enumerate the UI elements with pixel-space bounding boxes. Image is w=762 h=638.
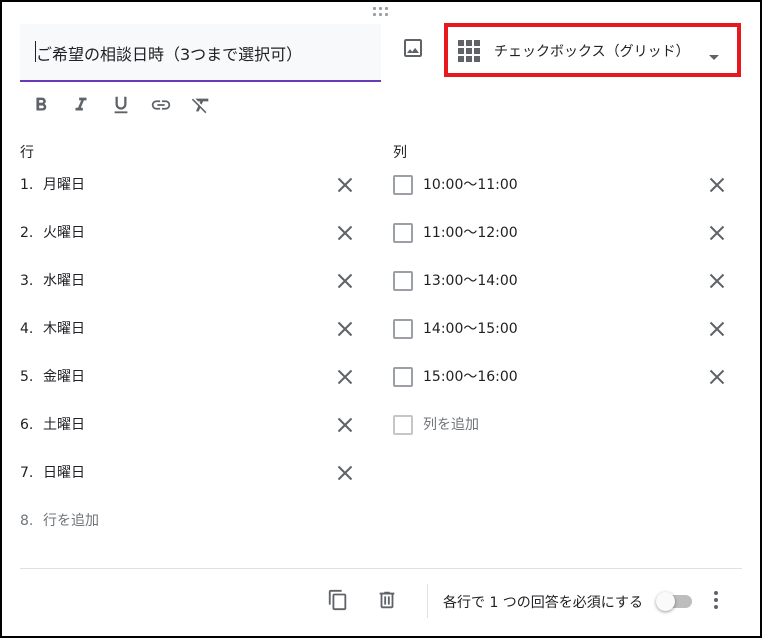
column-option[interactable]: 13:00〜14:00 xyxy=(393,271,733,295)
question-title-field[interactable]: ご希望の相談日時（3つまで選択可） xyxy=(20,24,381,82)
column-label[interactable]: 14:00〜15:00 xyxy=(423,319,518,339)
remove-row-icon[interactable] xyxy=(336,368,354,386)
footer-separator xyxy=(427,584,428,618)
row-label[interactable]: 日曜日 xyxy=(43,463,85,483)
remove-row-icon[interactable] xyxy=(336,416,354,434)
row-label[interactable]: 木曜日 xyxy=(43,319,85,339)
more-options-icon[interactable] xyxy=(708,589,724,611)
row-number: 5. xyxy=(20,369,34,385)
column-label[interactable]: 13:00〜14:00 xyxy=(423,271,518,291)
toggle-knob xyxy=(656,592,675,611)
row-option[interactable]: 6. 土曜日 xyxy=(20,415,360,439)
add-column-label[interactable]: 列を追加 xyxy=(423,415,479,435)
remove-row-icon[interactable] xyxy=(336,464,354,482)
bold-icon[interactable] xyxy=(30,94,52,116)
rows-heading: 行 xyxy=(20,145,34,161)
row-option[interactable]: 3. 水曜日 xyxy=(20,271,360,295)
remove-row-icon[interactable] xyxy=(336,272,354,290)
checkbox-icon xyxy=(393,271,413,291)
row-option[interactable]: 5. 金曜日 xyxy=(20,367,360,391)
row-label[interactable]: 金曜日 xyxy=(43,367,85,387)
column-option[interactable]: 10:00〜11:00 xyxy=(393,175,733,199)
columns-heading: 列 xyxy=(393,145,407,161)
remove-column-icon[interactable] xyxy=(708,368,726,386)
row-number: 8. xyxy=(20,513,34,529)
row-number: 6. xyxy=(20,417,34,433)
add-image-icon[interactable] xyxy=(401,36,425,60)
duplicate-icon[interactable] xyxy=(327,589,349,611)
checkbox-icon xyxy=(393,175,413,195)
question-title: ご希望の相談日時（3つまで選択可） xyxy=(36,45,303,64)
checkbox-icon xyxy=(393,223,413,243)
row-option[interactable]: 4. 木曜日 xyxy=(20,319,360,343)
require-toggle[interactable] xyxy=(656,592,694,611)
remove-column-icon[interactable] xyxy=(708,176,726,194)
row-option[interactable]: 7. 日曜日 xyxy=(20,463,360,487)
column-option[interactable]: 14:00〜15:00 xyxy=(393,319,733,343)
row-number: 4. xyxy=(20,321,34,337)
checkbox-icon xyxy=(393,319,413,339)
question-type-dropdown[interactable]: チェックボックス（グリッド） xyxy=(444,23,741,77)
row-number: 1. xyxy=(20,177,34,193)
row-label[interactable]: 土曜日 xyxy=(43,415,85,435)
remove-column-icon[interactable] xyxy=(708,224,726,242)
row-label[interactable]: 月曜日 xyxy=(43,175,85,195)
column-option[interactable]: 11:00〜12:00 xyxy=(393,223,733,247)
remove-row-icon[interactable] xyxy=(336,224,354,242)
chevron-down-icon xyxy=(709,46,719,60)
row-label[interactable]: 火曜日 xyxy=(43,223,85,243)
row-number: 3. xyxy=(20,273,34,289)
footer-divider xyxy=(20,568,742,569)
column-label[interactable]: 10:00〜11:00 xyxy=(423,175,518,195)
row-option[interactable]: 1. 月曜日 xyxy=(20,175,360,199)
row-option[interactable]: 2. 火曜日 xyxy=(20,223,360,247)
question-type-label: チェックボックス（グリッド） xyxy=(494,44,690,60)
link-icon[interactable] xyxy=(150,94,172,116)
trash-icon[interactable] xyxy=(376,589,398,611)
add-row-label[interactable]: 行を追加 xyxy=(43,511,99,531)
add-column-button[interactable]: 列を追加 xyxy=(393,415,733,439)
underline-icon[interactable] xyxy=(110,94,132,116)
row-number: 2. xyxy=(20,225,34,241)
remove-column-icon[interactable] xyxy=(708,272,726,290)
row-label[interactable]: 水曜日 xyxy=(43,271,85,291)
remove-row-icon[interactable] xyxy=(336,176,354,194)
column-label[interactable]: 11:00〜12:00 xyxy=(423,223,518,243)
drag-handle-icon[interactable] xyxy=(373,7,389,17)
remove-column-icon[interactable] xyxy=(708,320,726,338)
require-response-label: 各行で 1 つの回答を必須にする xyxy=(443,595,643,611)
add-row-button[interactable]: 8. 行を追加 xyxy=(20,511,360,535)
column-option[interactable]: 15:00〜16:00 xyxy=(393,367,733,391)
italic-icon[interactable] xyxy=(70,94,92,116)
column-label[interactable]: 15:00〜16:00 xyxy=(423,367,518,387)
remove-row-icon[interactable] xyxy=(336,320,354,338)
checkbox-icon xyxy=(393,415,413,435)
checkbox-icon xyxy=(393,367,413,387)
clear-format-icon[interactable] xyxy=(190,94,212,116)
row-number: 7. xyxy=(20,465,34,481)
grid-icon xyxy=(458,40,480,62)
